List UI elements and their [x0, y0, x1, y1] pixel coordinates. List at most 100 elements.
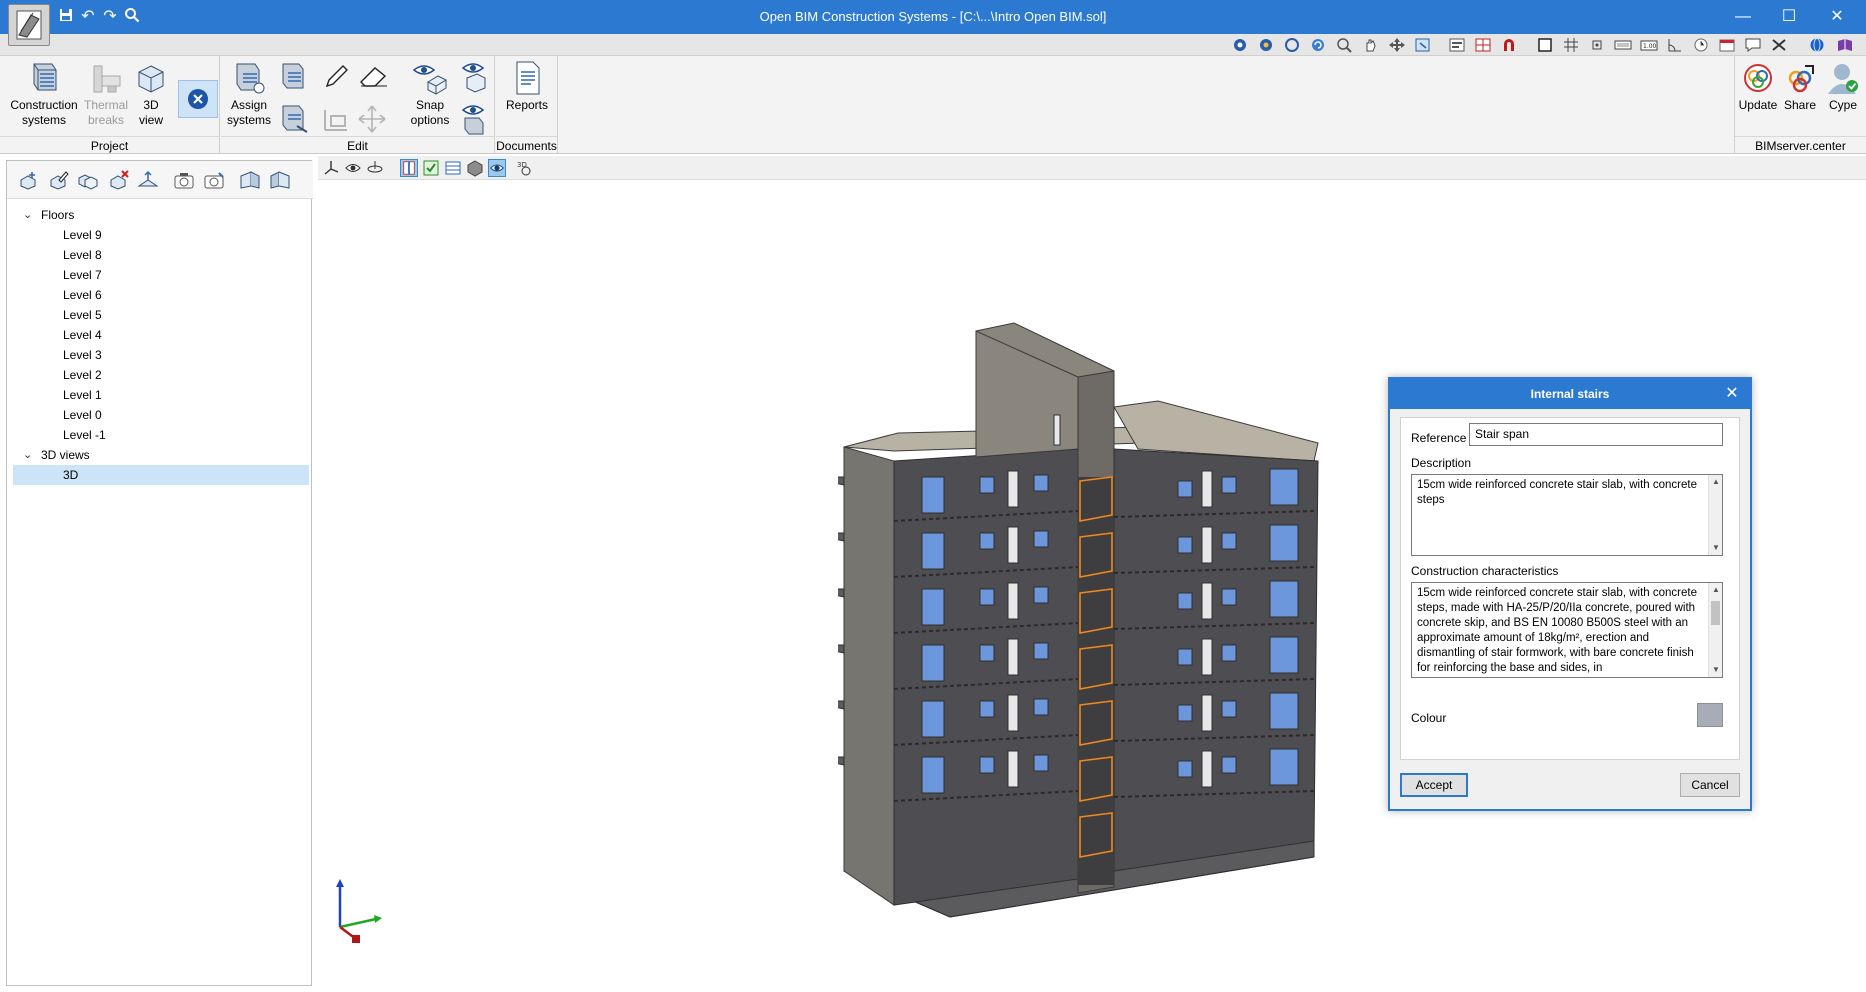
pan-hand-icon[interactable] — [1362, 37, 1380, 53]
select-window-icon[interactable] — [1414, 37, 1432, 53]
3d-label-icon[interactable]: 3D — [516, 159, 534, 177]
book-icon[interactable] — [1836, 37, 1854, 53]
orbit-icon[interactable] — [1232, 37, 1250, 53]
description-label: Description — [1411, 456, 1472, 470]
copy-system-icon[interactable] — [277, 102, 311, 136]
tree-group-3d-views[interactable]: ⌄ 3D views — [13, 445, 309, 465]
keyboard-icon[interactable] — [1614, 37, 1632, 53]
tree-item-level[interactable]: Level 5 — [13, 305, 309, 325]
move-view-icon[interactable] — [1388, 37, 1406, 53]
update-button[interactable]: Update — [1737, 60, 1779, 113]
clock-icon[interactable] — [1692, 37, 1710, 53]
axes-toggle-icon[interactable] — [322, 159, 340, 177]
visibility-eye-icon[interactable] — [344, 159, 362, 177]
share-button[interactable]: Share — [1779, 60, 1821, 113]
characteristics-textarea[interactable]: 15cm wide reinforced concrete stair slab… — [1411, 582, 1723, 678]
zoom-all-icon[interactable] — [1258, 37, 1276, 53]
tree-item-level[interactable]: Level -1 — [13, 425, 309, 445]
delete-floor-icon[interactable] — [107, 170, 129, 190]
snap-options-icon — [412, 65, 448, 95]
solid-cube-icon[interactable] — [466, 159, 484, 177]
accept-button[interactable]: Accept — [1400, 773, 1468, 797]
internal-stairs-dialog: Internal stairs ✕ Reference Stair span D… — [1388, 377, 1752, 811]
rotate-icon[interactable] — [366, 159, 384, 177]
scroll-thumb[interactable] — [1711, 601, 1720, 625]
grid-red-icon[interactable] — [1474, 37, 1492, 53]
cype-user-button[interactable]: Cype — [1821, 60, 1865, 113]
frame-icon[interactable] — [1536, 37, 1554, 53]
chevron-down-icon[interactable]: ⌄ — [23, 445, 35, 465]
edit-system-icon[interactable] — [277, 60, 311, 92]
green-check-box-icon[interactable] — [422, 159, 440, 177]
tree-item-level[interactable]: Level 1 — [13, 385, 309, 405]
assign-systems-label: Assign systems — [226, 98, 271, 127]
svg-text:1.00: 1.00 — [1643, 43, 1657, 50]
tree-group-floors[interactable]: ⌄ Floors — [13, 205, 309, 225]
view-left-icon[interactable] — [239, 170, 261, 190]
building-model[interactable] — [838, 237, 1338, 957]
close-icon[interactable]: ✕ — [1722, 384, 1742, 404]
construction-systems-button[interactable]: Construction systems — [6, 60, 82, 128]
thermal-breaks-button[interactable]: Thermal breaks — [82, 60, 130, 128]
comment-icon[interactable] — [1744, 37, 1762, 53]
reference-input[interactable]: Stair span — [1469, 423, 1723, 446]
app-logo-icon[interactable] — [8, 4, 50, 46]
pencil-icon[interactable] — [321, 62, 351, 92]
reports-button[interactable]: Reports — [500, 60, 554, 113]
3d-view-button[interactable]: 3D view — [132, 60, 170, 128]
view-eye-icon[interactable] — [457, 60, 491, 94]
colour-swatch[interactable] — [1697, 703, 1723, 727]
cancel-button[interactable]: Cancel — [1680, 773, 1740, 797]
trim-disabled-icon[interactable] — [321, 104, 351, 134]
close-window-button[interactable]: ✕ — [1814, 4, 1860, 30]
tree-item-level[interactable]: Level 9 — [13, 225, 309, 245]
construction-systems-icon — [33, 63, 57, 91]
scroll-down-icon[interactable]: ▼ — [1709, 663, 1722, 677]
magnet-icon[interactable] — [1500, 37, 1518, 53]
scroll-up-icon[interactable]: ▲ — [1709, 583, 1722, 597]
tools-icon[interactable] — [1770, 37, 1788, 53]
camera-icon[interactable] — [173, 170, 195, 190]
characteristics-scrollbar[interactable]: ▲ ▼ — [1708, 583, 1722, 677]
tree-item-level[interactable]: Level 2 — [13, 365, 309, 385]
description-scrollbar[interactable]: ▲ ▼ — [1708, 475, 1722, 555]
view-right-icon[interactable] — [269, 170, 291, 190]
chevron-down-icon[interactable]: ⌄ — [23, 205, 35, 225]
angle-icon[interactable] — [1666, 37, 1684, 53]
tree-item-level[interactable]: Level 8 — [13, 245, 309, 265]
refresh-icon[interactable] — [1310, 37, 1328, 53]
tree-item-level[interactable]: Level 4 — [13, 325, 309, 345]
edit-floor-icon[interactable] — [47, 170, 69, 190]
tree-item-level[interactable]: Level 3 — [13, 345, 309, 365]
dxf-icon[interactable] — [1448, 37, 1466, 53]
snap-options-button[interactable]: Snap options — [405, 60, 455, 128]
maximize-button[interactable]: ☐ — [1766, 4, 1812, 30]
zoom-window-icon[interactable] — [1284, 37, 1302, 53]
close-system-button[interactable] — [178, 80, 218, 118]
hidden-eye-icon[interactable] — [488, 159, 506, 177]
tree-item-3d-view[interactable]: 3D — [13, 465, 309, 485]
description-textarea[interactable]: 15cm wide reinforced concrete stair slab… — [1411, 474, 1723, 556]
table-icon[interactable] — [444, 159, 462, 177]
tree-item-level[interactable]: Level 0 — [13, 405, 309, 425]
scroll-down-icon[interactable]: ▼ — [1709, 541, 1722, 555]
copy-floor-icon[interactable] — [77, 170, 99, 190]
assign-systems-button[interactable]: Assign systems — [223, 60, 275, 128]
globe-icon[interactable] — [1808, 37, 1826, 53]
floor-elevation-icon[interactable] — [137, 170, 159, 190]
move-disabled-icon[interactable] — [357, 104, 387, 134]
add-floor-icon[interactable] — [17, 170, 39, 190]
eraser-icon[interactable] — [357, 64, 391, 90]
section-toggle-icon[interactable] — [400, 159, 418, 177]
minimize-button[interactable]: — — [1720, 4, 1766, 30]
grid-icon[interactable] — [1562, 37, 1580, 53]
calendar-icon[interactable] — [1718, 37, 1736, 53]
tree-item-level[interactable]: Level 6 — [13, 285, 309, 305]
camera-settings-icon[interactable] — [203, 170, 225, 190]
zoom-icon[interactable] — [1336, 37, 1354, 53]
scroll-up-icon[interactable]: ▲ — [1709, 475, 1722, 489]
view-system-eye-icon[interactable] — [457, 102, 491, 136]
tree-item-level[interactable]: Level 7 — [13, 265, 309, 285]
snap-point-icon[interactable] — [1588, 37, 1606, 53]
dimension-icon[interactable]: 1.00 — [1640, 37, 1658, 53]
